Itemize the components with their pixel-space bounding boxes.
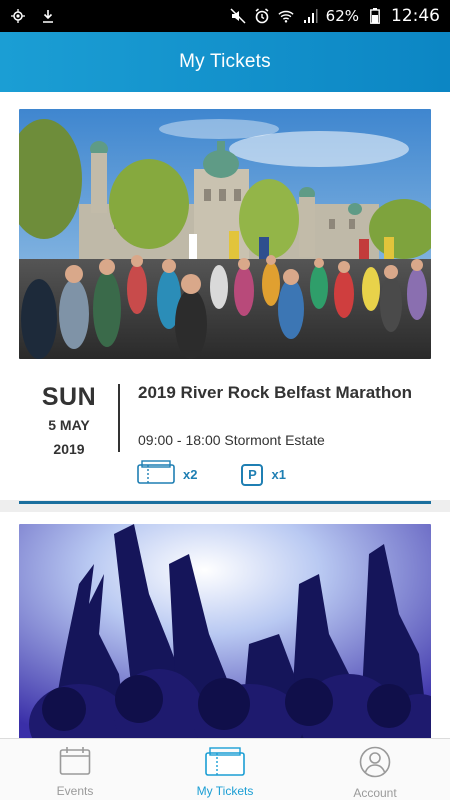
- parking-count-item[interactable]: P x1: [241, 463, 286, 486]
- parking-icon: P: [241, 463, 264, 486]
- marathon-runners-photo: [19, 109, 431, 359]
- location-icon: [10, 8, 26, 24]
- ticket-summary: x2 P x1: [137, 460, 330, 489]
- event-day-of-week: SUN: [41, 383, 97, 411]
- event-date: SUN 5 MAY 2019: [19, 382, 119, 458]
- card-underline: [19, 501, 431, 504]
- page-title: My Tickets: [179, 51, 271, 72]
- battery-icon: [367, 8, 383, 24]
- download-icon: [40, 8, 56, 24]
- bottom-nav: Events My Tickets Account: [0, 738, 450, 800]
- battery-percent: 62%: [325, 7, 359, 25]
- nav-label-my-tickets: My Tickets: [196, 784, 254, 798]
- app-header: My Tickets: [0, 32, 450, 92]
- signal-icon: [302, 8, 318, 24]
- mute-icon: [230, 8, 246, 24]
- date-divider: [118, 384, 120, 452]
- ticket-count-item[interactable]: x2: [137, 460, 197, 489]
- concert-crowd-photo: [19, 524, 431, 738]
- ticket-icon: [205, 746, 245, 781]
- status-bar: 62% 12:46: [0, 0, 450, 32]
- event-time-location: 09:00 - 18:00 Stormont Estate: [138, 432, 325, 448]
- event-title[interactable]: 2019 River Rock Belfast Marathon: [138, 382, 428, 404]
- clock-time: 12:46: [391, 6, 440, 26]
- alarm-icon: [254, 8, 270, 24]
- ticket-card[interactable]: [0, 512, 450, 738]
- nav-item-account[interactable]: Account: [300, 739, 450, 800]
- account-icon: [359, 746, 391, 783]
- calendar-icon: [59, 746, 91, 781]
- event-day-month: 5 MAY: [48, 417, 90, 433]
- wifi-icon: [278, 8, 294, 24]
- nav-label-account: Account: [353, 786, 397, 800]
- parking-count: x1: [271, 467, 286, 482]
- nav-item-events[interactable]: Events: [0, 739, 150, 800]
- ticket-count: x2: [183, 467, 198, 482]
- ticket-card[interactable]: SUN 5 MAY 2019 2019 River Rock Belfast M…: [0, 92, 450, 500]
- event-info[interactable]: SUN 5 MAY 2019 2019 River Rock Belfast M…: [19, 376, 431, 486]
- nav-item-my-tickets[interactable]: My Tickets: [150, 739, 300, 800]
- nav-label-events: Events: [56, 784, 94, 798]
- event-year: 2019: [53, 441, 85, 457]
- ticket-icon: [137, 460, 175, 489]
- tickets-list[interactable]: SUN 5 MAY 2019 2019 River Rock Belfast M…: [0, 92, 450, 738]
